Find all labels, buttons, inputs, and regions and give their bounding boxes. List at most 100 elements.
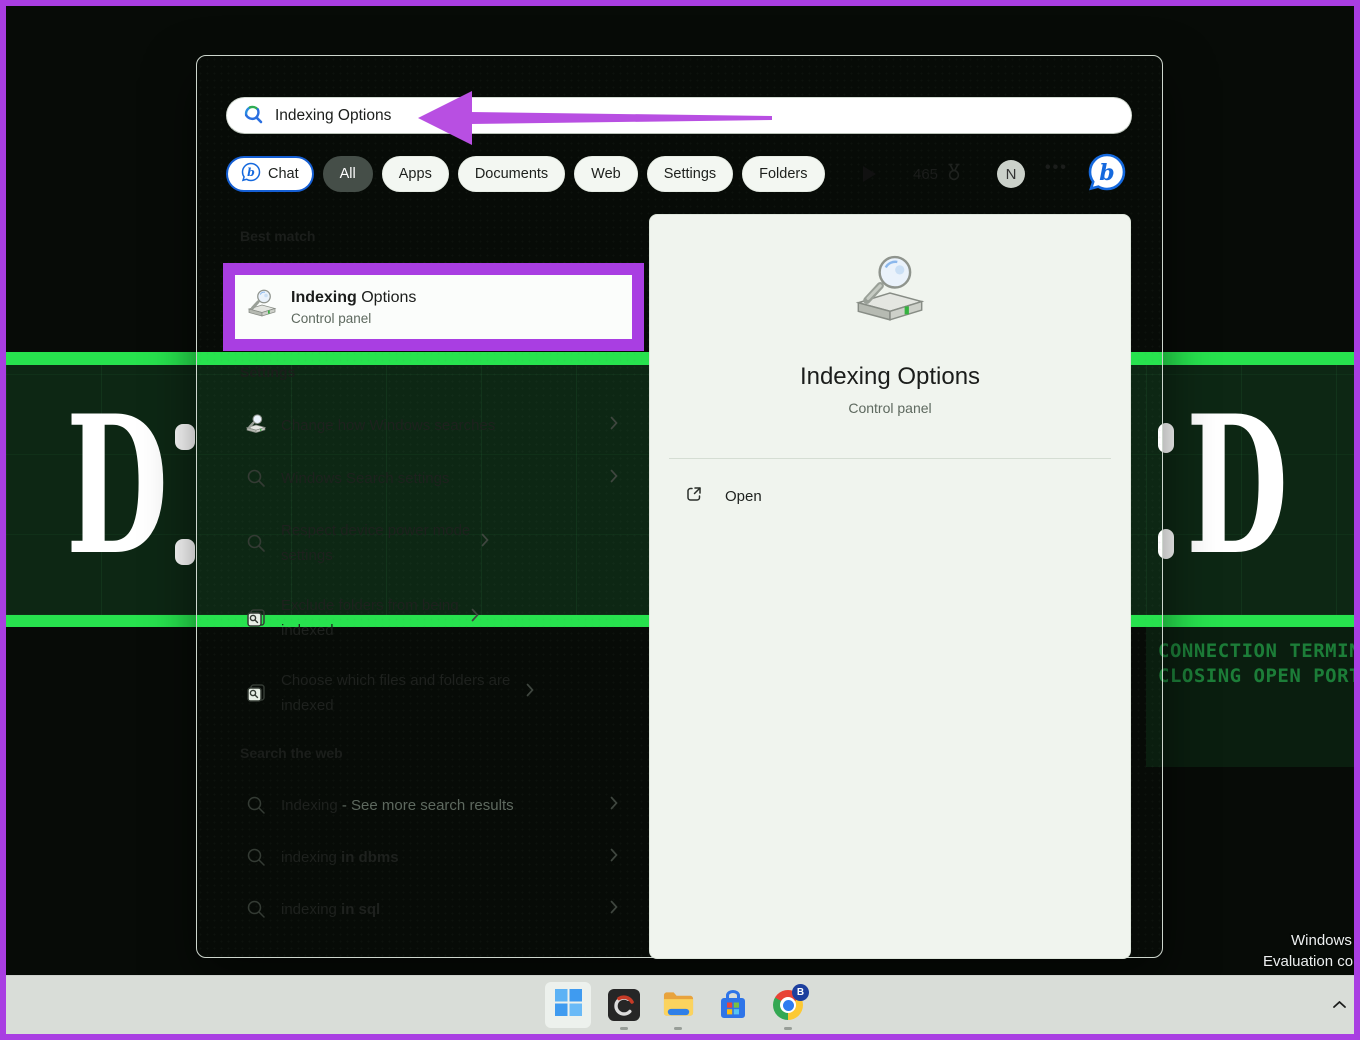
suggestion-completion: in sql xyxy=(341,901,380,918)
list-item-label: indexing in sql xyxy=(281,897,610,922)
rewards-points: 465 xyxy=(913,166,938,183)
search-the-web-header: Search the web xyxy=(240,745,343,761)
list-item-label: Exclude folders from being indexed xyxy=(281,593,471,643)
web-suggestion-indexing-in-sql[interactable]: indexing in sql xyxy=(226,885,640,933)
chevron-right-icon xyxy=(471,608,479,627)
search-glyph-icon xyxy=(245,899,267,919)
terminal-line: CLOSING OPEN PORTS xyxy=(1158,664,1354,689)
wallpaper-terminal-text: CONNECTION TERMINA CLOSING OPEN PORTS xyxy=(1158,639,1354,689)
windows-watermark-line2: Evaluation co xyxy=(1263,953,1353,970)
best-match-header: Best match xyxy=(240,228,315,244)
best-match-title: Indexing Options xyxy=(291,289,416,307)
best-match-title-strong: Indexing xyxy=(291,289,357,306)
chevron-right-icon xyxy=(610,416,618,435)
wallpaper-letter-fragment xyxy=(175,424,195,450)
search-icon xyxy=(242,103,263,129)
bing-chat-icon: b xyxy=(241,162,261,186)
tab-folders[interactable]: Folders xyxy=(742,156,824,192)
rewards-counter[interactable]: 465 xyxy=(913,163,964,185)
search-glyph-icon xyxy=(245,468,267,488)
taskbar-app-recorder[interactable] xyxy=(608,989,640,1021)
tab-chat-label: Chat xyxy=(268,166,299,182)
detail-subtitle: Control panel xyxy=(848,400,931,416)
wallpaper-letter-d-right: D xyxy=(1186,391,1288,581)
tab-all[interactable]: All xyxy=(323,156,373,192)
search-input[interactable] xyxy=(275,107,1055,125)
list-item-label: Change how Windows searches xyxy=(281,413,610,438)
indexing-options-drive-icon xyxy=(246,289,278,326)
tab-chat[interactable]: b Chat xyxy=(226,156,314,192)
open-action[interactable]: Open xyxy=(669,485,1111,508)
web-suggestion-indexing[interactable]: Indexing - See more search results xyxy=(226,781,640,829)
best-match-item[interactable]: Indexing Options Control panel xyxy=(235,275,632,339)
suggestion-term: Indexing xyxy=(281,797,338,814)
document-search-icon xyxy=(245,607,267,629)
terminal-line: CONNECTION TERMINA xyxy=(1158,639,1354,664)
chevron-right-icon xyxy=(610,469,618,488)
list-item-choose-files-folders[interactable]: Choose which files and folders are index… xyxy=(226,655,640,730)
windows-logo-icon xyxy=(555,989,582,1021)
list-item-label: Indexing - See more search results xyxy=(281,793,610,818)
desktop: D D CONNECTION TERMINA CLOSING OPEN PORT… xyxy=(6,6,1354,1034)
indexing-options-drive-icon-large xyxy=(851,254,929,337)
chevron-right-icon xyxy=(610,900,618,919)
search-flyout: b Chat All Apps Documents Web Settings F… xyxy=(196,55,1163,958)
wallpaper-letter-fragment xyxy=(175,539,195,565)
settings-header: Settings xyxy=(240,364,295,380)
tab-documents[interactable]: Documents xyxy=(458,156,565,192)
divider xyxy=(669,458,1111,459)
running-indicator xyxy=(784,1027,792,1030)
taskbar-chrome[interactable]: B xyxy=(772,989,804,1021)
show-hidden-icons-chevron[interactable] xyxy=(1332,996,1347,1014)
list-item-label: Choose which files and folders are index… xyxy=(281,668,526,718)
svg-text:b: b xyxy=(247,166,255,179)
search-box[interactable] xyxy=(226,97,1132,134)
running-indicator xyxy=(674,1027,682,1030)
document-search-icon xyxy=(245,682,267,704)
best-match-title-rest: Options xyxy=(357,289,417,306)
suggestion-term: indexing xyxy=(281,849,341,866)
wallpaper-letter-d-left: D xyxy=(66,391,168,581)
search-glyph-icon xyxy=(245,795,267,815)
annotation-highlight-box: Indexing Options Control panel xyxy=(223,263,644,351)
chevron-right-icon xyxy=(526,683,534,702)
taskbar: B xyxy=(6,975,1354,1034)
chevron-right-icon xyxy=(610,848,618,867)
start-button[interactable] xyxy=(545,982,591,1028)
list-item-change-how-windows-searches[interactable]: Change how Windows searches xyxy=(226,401,640,449)
more-options-icon[interactable]: ••• xyxy=(1045,159,1068,177)
taskbar-file-explorer[interactable] xyxy=(662,989,694,1021)
suggestion-hint: - See more search results xyxy=(338,797,514,814)
list-item-label: Respect device power mode settings xyxy=(281,518,481,568)
taskbar-microsoft-store[interactable] xyxy=(717,989,749,1021)
suggestion-term: indexing xyxy=(281,901,341,918)
screenshot-frame: D D CONNECTION TERMINA CLOSING OPEN PORT… xyxy=(0,0,1360,1040)
best-match-subtitle: Control panel xyxy=(291,311,416,326)
best-match-text: Indexing Options Control panel xyxy=(291,289,416,326)
result-detail-panel: Indexing Options Control panel Open xyxy=(649,214,1131,959)
account-avatar[interactable]: N xyxy=(997,160,1025,188)
tab-apps[interactable]: Apps xyxy=(382,156,449,192)
tab-settings[interactable]: Settings xyxy=(647,156,733,192)
bing-badge: B xyxy=(792,984,809,1001)
svg-text:b: b xyxy=(1099,160,1114,186)
drive-search-icon xyxy=(245,414,267,436)
suggestion-completion: in dbms xyxy=(341,849,399,866)
running-indicator xyxy=(620,1027,628,1030)
web-suggestion-indexing-in-dbms[interactable]: indexing in dbms xyxy=(226,833,640,881)
tab-web[interactable]: Web xyxy=(574,156,638,192)
chevron-right-icon xyxy=(481,533,489,552)
chevron-right-icon xyxy=(610,796,618,815)
list-item-label: indexing in dbms xyxy=(281,845,610,870)
windows-watermark-line1: Windows xyxy=(1291,932,1352,949)
list-item-windows-search-settings[interactable]: Windows Search settings xyxy=(226,454,640,502)
list-item-label: Windows Search settings xyxy=(281,466,610,491)
play-icon[interactable] xyxy=(863,166,876,182)
search-glyph-icon xyxy=(245,847,267,867)
bing-chat-button[interactable]: b xyxy=(1087,152,1127,197)
list-item-respect-device-power-mode[interactable]: Respect device power mode settings xyxy=(226,505,640,580)
list-item-exclude-folders[interactable]: Exclude folders from being indexed xyxy=(226,580,640,655)
open-label: Open xyxy=(725,488,762,505)
detail-title: Indexing Options xyxy=(800,363,980,391)
filter-tabs: b Chat All Apps Documents Web Settings F… xyxy=(226,156,825,192)
